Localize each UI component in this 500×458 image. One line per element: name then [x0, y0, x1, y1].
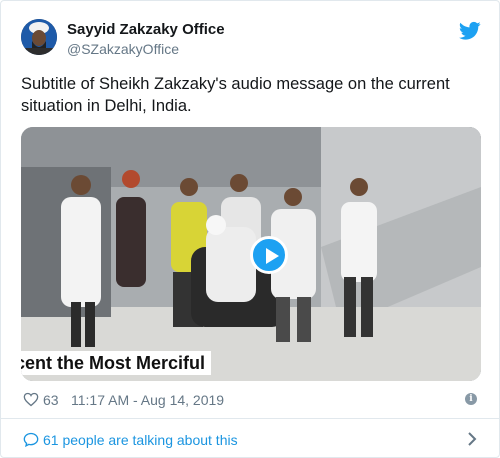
heart-icon[interactable] — [23, 392, 39, 407]
tweet-text: Subtitle of Sheikh Zakzaky's audio messa… — [21, 75, 450, 115]
tweet-card: Sayyid Zakzaky Office @SZakzakyOffice Su… — [0, 0, 500, 458]
video-player[interactable]: cent the Most Merciful — [21, 127, 481, 381]
tweet-header: Sayyid Zakzaky Office @SZakzakyOffice — [21, 19, 481, 59]
tweet-meta: 63 11:17 AM - Aug 14, 2019 i — [21, 390, 481, 412]
author-handle[interactable]: @SZakzakyOffice — [67, 41, 179, 57]
talking-about-label[interactable]: 61 people are talking about this — [43, 432, 238, 448]
avatar[interactable] — [21, 19, 57, 55]
divider — [1, 418, 500, 419]
like-count[interactable]: 63 — [43, 392, 59, 408]
video-subtitle-text: cent the Most Merciful — [21, 351, 212, 375]
tweet-timestamp[interactable]: 11:17 AM - Aug 14, 2019 — [71, 392, 224, 408]
video-subtitle: cent the Most Merciful — [21, 349, 481, 379]
talking-about-link[interactable]: 61 people are talking about this — [21, 430, 481, 450]
comment-bubble-icon — [23, 432, 39, 447]
play-icon[interactable] — [250, 236, 288, 274]
twitter-bird-icon[interactable] — [459, 21, 481, 41]
chevron-right-icon[interactable] — [467, 431, 477, 447]
info-icon[interactable]: i — [465, 393, 477, 405]
author-name[interactable]: Sayyid Zakzaky Office — [67, 21, 225, 38]
